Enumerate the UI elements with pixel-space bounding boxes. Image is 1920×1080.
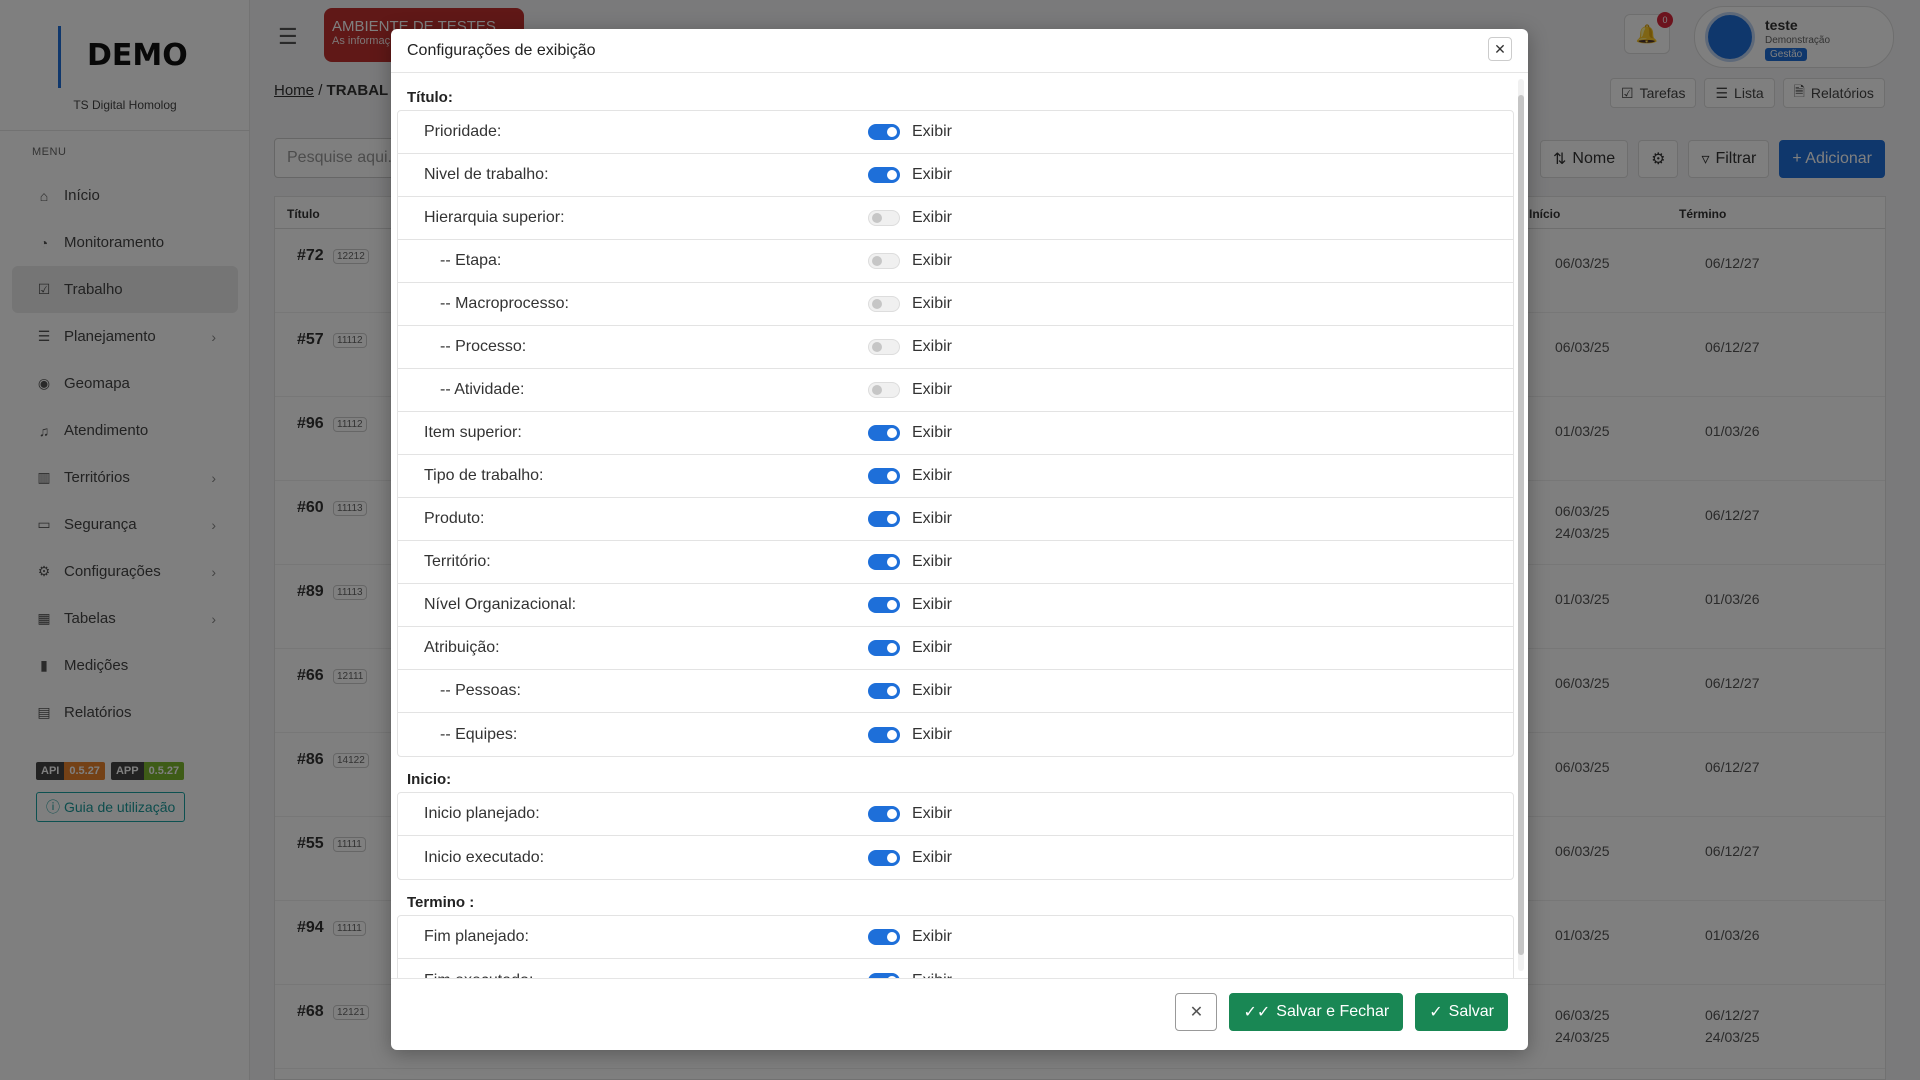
toggle-label[interactable]: Exibir <box>912 553 952 571</box>
setting-label: Território: <box>424 553 491 570</box>
footer-buttons: ✕ ✓✓ Salvar e Fechar ✓ Salvar <box>1175 993 1508 1031</box>
toggle-label[interactable]: Exibir <box>912 596 952 614</box>
scrollbar-thumb[interactable] <box>1518 95 1524 955</box>
display-toggle[interactable] <box>868 683 900 699</box>
app-root: DEMO TS Digital Homolog MENU ⌂Início◔Mon… <box>0 0 1920 1080</box>
setting-label: Inicio planejado: <box>424 805 540 822</box>
setting-row: Hierarquia superior: Exibir <box>398 197 1513 240</box>
display-toggle[interactable] <box>868 554 900 570</box>
setting-label: Tipo de trabalho: <box>424 467 544 484</box>
setting-row: Tipo de trabalho: Exibir <box>398 455 1513 498</box>
display-toggle[interactable] <box>868 210 900 226</box>
toggle-label[interactable]: Exibir <box>912 252 952 270</box>
display-toggle[interactable] <box>868 806 900 822</box>
toggle-label[interactable]: Exibir <box>912 295 952 313</box>
setting-row: Território: Exibir <box>398 541 1513 584</box>
setting-row: Fim planejado: Exibir <box>398 916 1513 959</box>
settings-group: Prioridade: Exibir Nivel de trabalho: Exibi… <box>397 110 1514 757</box>
display-toggle[interactable] <box>868 296 900 312</box>
toggle-label[interactable]: Exibir <box>912 510 952 528</box>
double-check-icon: ✓✓ <box>1243 1004 1271 1021</box>
display-toggle[interactable] <box>868 597 900 613</box>
setting-label: Produto: <box>424 510 485 527</box>
display-toggle[interactable] <box>868 253 900 269</box>
toggle-label[interactable]: Exibir <box>912 381 952 399</box>
setting-row: Prioridade: Exibir <box>398 111 1513 154</box>
toggle-label[interactable]: Exibir <box>912 639 952 657</box>
setting-label: -- Etapa: <box>440 252 502 269</box>
toggle-label[interactable]: Exibir <box>912 849 952 867</box>
toggle-label[interactable]: Exibir <box>912 682 952 700</box>
toggle-label[interactable]: Exibir <box>912 209 952 227</box>
close-icon: ✕ <box>1189 1004 1204 1021</box>
setting-row: Fim executado:Exibir <box>398 959 1513 979</box>
setting-label: Hierarquia superior: <box>424 209 565 226</box>
setting-label: Atribuição: <box>424 639 500 656</box>
close-icon: ✕ <box>1494 40 1506 57</box>
toggle-label[interactable]: Exibir <box>912 338 952 356</box>
check-icon: ✓ <box>1429 1004 1443 1021</box>
setting-row: -- Pessoas: Exibir <box>398 670 1513 713</box>
save-close-label: Salvar e Fechar <box>1276 1003 1390 1020</box>
setting-row: Nível Organizacional: Exibir <box>398 584 1513 627</box>
setting-row: Produto: Exibir <box>398 498 1513 541</box>
setting-row: Inicio planejado: Exibir <box>398 793 1513 836</box>
display-toggle[interactable] <box>868 726 900 743</box>
display-toggle[interactable] <box>868 849 900 866</box>
settings-group: Fim planejado: Exibir Fim executado:Exibir <box>397 915 1514 979</box>
setting-label: -- Pessoas: <box>440 682 521 699</box>
close-button[interactable]: ✕ <box>1488 37 1512 61</box>
cancel-button[interactable]: ✕ <box>1175 993 1218 1031</box>
setting-label: Item superior: <box>424 424 522 441</box>
setting-row: Atribuição: Exibir <box>398 627 1513 670</box>
save-button[interactable]: ✓ Salvar <box>1415 993 1508 1031</box>
setting-label: Prioridade: <box>424 123 502 140</box>
setting-label: -- Equipes: <box>440 725 518 743</box>
setting-label: -- Macroprocesso: <box>440 295 569 312</box>
toggle-label[interactable]: Exibir <box>912 424 952 442</box>
setting-label: Nivel de trabalho: <box>424 166 549 183</box>
setting-row: Inicio executado: Exibir <box>398 836 1513 879</box>
toggle-label[interactable]: Exibir <box>912 805 952 823</box>
modal-scrollbar[interactable] <box>1518 79 1524 971</box>
display-settings-modal: Configurações de exibição ✕ Título: Prior… <box>391 29 1528 1050</box>
setting-row: -- Atividade: Exibir <box>398 369 1513 412</box>
display-toggle[interactable] <box>868 124 900 140</box>
display-toggle[interactable] <box>868 468 900 484</box>
modal-body[interactable]: Título: Prioridade: Exibir Nivel de trabalh… <box>391 73 1528 979</box>
setting-label: Nível Organizacional: <box>424 596 577 613</box>
display-toggle[interactable] <box>868 167 900 183</box>
setting-label: Inicio executado: <box>424 848 545 866</box>
display-toggle[interactable] <box>868 640 900 656</box>
display-toggle[interactable] <box>868 929 900 945</box>
toggle-label[interactable]: Exibir <box>912 123 952 141</box>
setting-row: Item superior: Exibir <box>398 412 1513 455</box>
save-label: Salvar <box>1448 1003 1494 1020</box>
modal-title: Configurações de exibição <box>407 42 596 59</box>
settings-group: Inicio planejado: Exibir Inicio executado:… <box>397 792 1514 880</box>
section-title: Título: <box>407 89 453 106</box>
setting-row: Nivel de trabalho: Exibir <box>398 154 1513 197</box>
toggle-label[interactable]: Exibir <box>912 166 952 184</box>
setting-label: -- Atividade: <box>440 381 525 398</box>
display-toggle[interactable] <box>868 382 900 398</box>
modal-header: Configurações de exibição ✕ <box>391 29 1528 73</box>
setting-label: -- Processo: <box>440 338 527 355</box>
setting-row: -- Processo: Exibir <box>398 326 1513 369</box>
setting-row: -- Equipes: Exibir <box>398 713 1513 756</box>
section-title: Inicio: <box>407 771 452 788</box>
toggle-label[interactable]: Exibir <box>912 726 952 744</box>
toggle-label[interactable]: Exibir <box>912 928 952 946</box>
toggle-label[interactable]: Exibir <box>912 467 952 485</box>
save-close-button[interactable]: ✓✓ Salvar e Fechar <box>1229 993 1404 1031</box>
setting-row: -- Macroprocesso: Exibir <box>398 283 1513 326</box>
setting-label: Fim planejado: <box>424 928 529 945</box>
display-toggle[interactable] <box>868 511 900 527</box>
display-toggle[interactable] <box>868 425 900 441</box>
setting-row: -- Etapa: Exibir <box>398 240 1513 283</box>
display-toggle[interactable] <box>868 339 900 355</box>
modal-footer: ✕ ✓✓ Salvar e Fechar ✓ Salvar <box>391 978 1528 1050</box>
section-title: Termino : <box>407 894 475 911</box>
